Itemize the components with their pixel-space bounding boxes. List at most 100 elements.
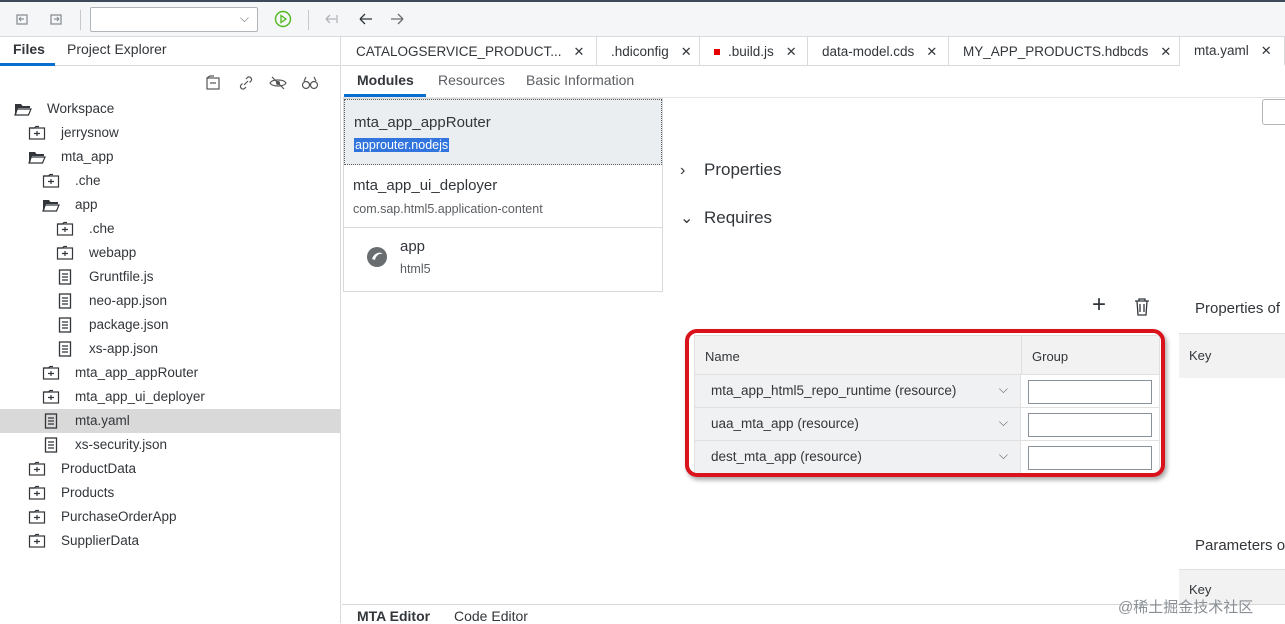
close-icon[interactable]: ✕ [1160,44,1171,60]
tree-item[interactable]: ProductData [0,457,340,481]
tree-item[interactable]: Gruntfile.js [0,265,340,289]
module-item-app[interactable]: app html5 [344,228,662,292]
tree-item[interactable]: package.json [0,313,340,337]
group-input[interactable] [1028,446,1152,470]
search-files-icon[interactable] [301,75,319,95]
collapse-all-icon[interactable] [205,75,221,95]
tree-item-label: Workspace [47,101,115,116]
hide-hidden-files-icon[interactable] [269,75,287,95]
tree-item-label: .che [89,221,115,236]
editor-tab-label: .build.js [728,44,774,59]
tree-item-label: PurchaseOrderApp [61,509,177,524]
close-icon[interactable]: ✕ [786,44,797,60]
column-header-name: Name [705,349,740,364]
tree-item[interactable]: Products [0,481,340,505]
chevron-down-icon: ⌄ [680,210,694,227]
forward-icon[interactable] [387,9,407,29]
tree-item[interactable]: webapp [0,241,340,265]
editor-tab-mta-yaml[interactable]: mta.yaml ✕ [1180,37,1285,66]
active-tab-indicator [0,63,55,66]
explorer-tabs: Files Project Explorer [0,37,340,66]
tree-item-label: xs-app.json [89,341,159,356]
tree-item[interactable]: neo-app.json [0,289,340,313]
tree-item-label: mta.yaml [75,413,130,428]
requires-name-select[interactable]: mta_app_html5_repo_runtime (resource) ⌵ [695,375,1021,407]
group-input[interactable] [1028,380,1152,404]
close-icon[interactable]: ✕ [681,44,692,60]
previous-edit-icon[interactable] [322,9,342,29]
tab-files[interactable]: Files [13,41,45,57]
tab-project-explorer[interactable]: Project Explorer [67,41,167,57]
tab-modules[interactable]: Modules [357,72,414,88]
add-icon[interactable]: + [1092,291,1106,319]
tree-item-label: mta_app [61,149,114,164]
tree-item[interactable]: mta_app [0,145,340,169]
file-icon [56,316,74,334]
delete-icon[interactable] [1134,298,1150,321]
tree-item-label: package.json [89,317,169,332]
module-item-mta-app-approuter[interactable]: mta_app_appRouter approuter.nodejs [344,99,662,165]
tree-item-label: webapp [89,245,137,260]
run-icon[interactable] [273,9,293,29]
editor-tab-my-app-products[interactable]: MY_APP_PRODUCTS.hdbcds ✕ [949,37,1180,66]
editor-tabs: CATALOGSERVICE_PRODUCT... ✕ .hdiconfig ✕… [342,37,1285,66]
close-icon[interactable]: ✕ [574,44,585,60]
group-input[interactable] [1028,413,1152,437]
tree-item[interactable]: jerrysnow [0,121,340,145]
tree-item[interactable]: xs-app.json [0,337,340,361]
mta-section-tabs: Modules Resources Basic Information [342,66,1285,98]
file-icon [42,436,60,454]
tree-item[interactable]: app [0,193,340,217]
requires-name-select[interactable]: dest_mta_app (resource) ⌵ [695,441,1021,473]
editor-tab-catalogservice[interactable]: CATALOGSERVICE_PRODUCT... ✕ [342,37,597,66]
active-tab-indicator [344,94,426,97]
module-name: mta_app_ui_deployer [353,177,498,194]
requires-name-value: mta_app_html5_repo_runtime (resource) [711,383,957,398]
editor-tab-hdiconfig[interactable]: .hdiconfig ✕ [597,37,700,66]
tab-code-editor[interactable]: Code Editor [454,608,528,624]
project-folder-icon [28,460,46,478]
back-icon[interactable] [356,9,376,29]
tree-item[interactable]: PurchaseOrderApp [0,505,340,529]
tree-item[interactable]: SupplierData [0,529,340,553]
editor-tab-data-model[interactable]: data-model.cds ✕ [808,37,949,66]
project-folder-icon [42,364,60,382]
run-configuration-select[interactable]: ⌵ [90,7,258,32]
section-title: Requires [704,208,773,227]
tree-item[interactable]: .che [0,217,340,241]
close-icon[interactable]: ✕ [1261,43,1272,59]
link-editor-icon[interactable] [238,75,254,95]
properties-section-header[interactable]: › Properties [680,160,781,180]
project-folder-icon [28,484,46,502]
folder-open-icon [14,100,32,118]
tree-item[interactable]: mta.yaml [0,409,340,433]
project-folder-icon [56,244,74,262]
tab-basic-information[interactable]: Basic Information [526,72,634,88]
table-row: uaa_mta_app (resource) ⌵ [694,408,1160,441]
tab-resources[interactable]: Resources [438,72,505,88]
tree-item[interactable]: .che [0,169,340,193]
tree-item[interactable]: mta_app_appRouter [0,361,340,385]
chevron-down-icon: ⌵ [998,448,1008,462]
requires-name-select[interactable]: uaa_mta_app (resource) ⌵ [695,408,1021,440]
tree-item-label: .che [75,173,101,188]
tree-item-label: xs-security.json [75,437,168,452]
close-icon[interactable]: ✕ [926,44,937,60]
folder-open-icon [42,196,60,214]
redo-icon[interactable] [46,9,66,29]
module-action-button[interactable] [1262,99,1285,125]
undo-icon[interactable] [12,9,32,29]
requires-section-header[interactable]: ⌄ Requires [680,208,772,228]
tab-mta-editor[interactable]: MTA Editor [357,608,430,624]
properties-key-header: Key [1179,333,1285,378]
tree-item[interactable]: mta_app_ui_deployer [0,385,340,409]
module-item-mta-app-ui-deployer[interactable]: mta_app_ui_deployer com.sap.html5.applic… [344,165,662,228]
module-type: com.sap.html5.application-content [353,202,543,216]
module-name: mta_app_appRouter [354,114,491,131]
tree-item-label: Gruntfile.js [89,269,154,284]
tree-item[interactable]: Workspace [0,97,340,121]
editor-tab-build-js[interactable]: .build.js ✕ [700,37,808,66]
parameters-of-title: Parameters o [1195,537,1285,554]
tree-item[interactable]: xs-security.json [0,433,340,457]
toolbar-separator [308,10,309,30]
